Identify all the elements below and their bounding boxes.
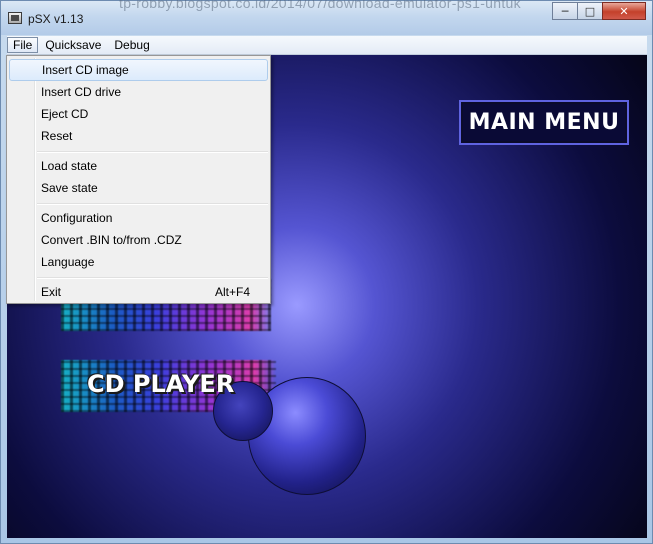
menu-item-label: Insert CD drive [41, 85, 122, 99]
menu-item-save-state[interactable]: Save state [9, 177, 268, 199]
menu-item-language[interactable]: Language [9, 251, 268, 273]
menu-item-load-state[interactable]: Load state [9, 155, 268, 177]
main-menu-banner: MAIN MENU [459, 100, 629, 145]
menu-item-insert-cd-drive[interactable]: Insert CD drive [9, 81, 268, 103]
menu-quicksave[interactable]: Quicksave [39, 37, 107, 53]
menu-file[interactable]: File [7, 37, 39, 53]
menu-item-convert-bin-cdz[interactable]: Convert .BIN to/from .CDZ [9, 229, 268, 251]
menu-item-insert-cd-image[interactable]: Insert CD image [9, 59, 268, 81]
cd-player-label: CD PLAYER [87, 370, 235, 398]
menu-item-label: Load state [41, 159, 98, 173]
menu-separator [37, 151, 268, 153]
menu-item-label: Save state [41, 181, 98, 195]
menu-item-eject-cd[interactable]: Eject CD [9, 103, 268, 125]
menu-item-label: Convert .BIN to/from .CDZ [41, 233, 182, 247]
menu-item-configuration[interactable]: Configuration [9, 207, 268, 229]
app-window: tp-robby.blogspot.co.id/2014/07/download… [0, 0, 653, 544]
maximize-button[interactable]: □ [577, 2, 603, 20]
menu-item-label: Language [41, 255, 95, 269]
app-icon [8, 12, 22, 24]
menu-item-reset[interactable]: Reset [9, 125, 268, 147]
menu-item-label: Exit [41, 285, 62, 299]
menu-item-label: Insert CD image [42, 63, 129, 77]
menu-item-label: Reset [41, 129, 73, 143]
close-button[interactable]: ✕ [602, 2, 646, 20]
menu-item-label: Eject CD [41, 107, 89, 121]
title-bar[interactable]: tp-robby.blogspot.co.id/2014/07/download… [1, 0, 652, 35]
menu-separator [37, 277, 268, 279]
menu-separator [37, 203, 268, 205]
background-browser-url: tp-robby.blogspot.co.id/2014/07/download… [119, 0, 521, 11]
menu-item-shortcut: Alt+F4 [214, 285, 250, 299]
menu-debug[interactable]: Debug [108, 37, 155, 53]
menu-item-exit[interactable]: Exit Alt+F4 [9, 281, 268, 303]
minimize-button[interactable]: ─ [552, 2, 578, 20]
menu-bar: File Quicksave Debug [7, 36, 647, 55]
menu-item-label: Configuration [41, 211, 113, 225]
caption-buttons: ─ □ ✕ [552, 2, 646, 20]
window-title: pSX v1.13 [28, 12, 84, 26]
file-dropdown-menu: Insert CD image Insert CD drive Eject CD… [6, 55, 271, 304]
